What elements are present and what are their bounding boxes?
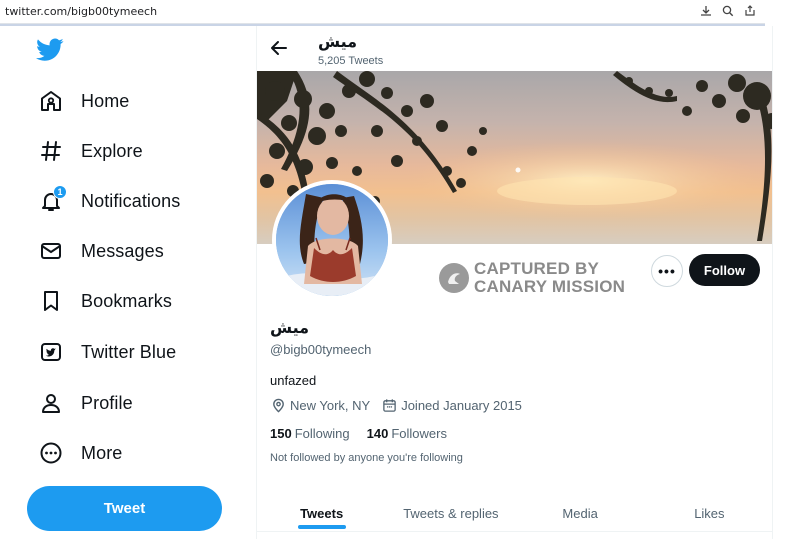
- followers-link[interactable]: 140 Followers: [367, 426, 447, 441]
- following-label: Following: [294, 426, 350, 441]
- nav-label-notifications: Notifications: [81, 190, 181, 211]
- followers-label: Followers: [391, 426, 447, 441]
- url-text[interactable]: twitter.com/bigb00tymeech: [5, 5, 157, 18]
- canary-logo-icon: [439, 263, 469, 293]
- nav-label-bookmarks: Bookmarks: [81, 290, 172, 311]
- nav-item-notifications[interactable]: 1 Notifications: [26, 179, 192, 223]
- nav-item-profile[interactable]: Profile: [26, 381, 145, 425]
- tab-tweets-and-replies[interactable]: Tweets & replies: [386, 493, 515, 533]
- tab-media[interactable]: Media: [516, 493, 645, 533]
- nav-label-profile: Profile: [81, 392, 133, 413]
- sidebar: Home Explore 1 Notifications Messages Bo…: [0, 26, 256, 539]
- bell-icon: 1: [38, 185, 67, 214]
- nav-item-twitter-blue[interactable]: Twitter Blue: [26, 330, 188, 374]
- location-pin-icon: [273, 398, 284, 413]
- joined-text: Joined January 2015: [401, 398, 522, 413]
- profile-tabs: Tweets Tweets & replies Media Likes: [257, 493, 772, 533]
- avatar-photo: [276, 184, 388, 296]
- profile-header: ميش 5,205 Tweets: [257, 26, 772, 71]
- profile-joined: Joined January 2015: [382, 398, 522, 413]
- follow-button[interactable]: Follow: [689, 254, 760, 286]
- profile-avatar[interactable]: [272, 180, 392, 300]
- download-icon[interactable]: [699, 4, 713, 18]
- twitter-blue-icon: [38, 339, 64, 365]
- nav-label-home: Home: [81, 90, 130, 111]
- watermark-text: CAPTURED BY CANARY MISSION: [474, 260, 625, 296]
- browser-address-bar[interactable]: twitter.com/bigb00tymeech: [0, 0, 765, 24]
- profile-meta: New York, NY Joined January 2015: [271, 398, 534, 413]
- location-text: New York, NY: [290, 398, 371, 413]
- person-icon: [38, 390, 64, 416]
- nav-label-messages: Messages: [81, 240, 164, 261]
- nav-item-messages[interactable]: Messages: [26, 229, 176, 273]
- watermark-line-1: CAPTURED BY: [474, 259, 599, 278]
- followed-by-note: Not followed by anyone you're following: [270, 452, 463, 464]
- hashtag-icon: [38, 138, 64, 164]
- profile-bio: unfazed: [270, 373, 317, 388]
- profile-handle: @bigb00tymeech: [270, 342, 372, 357]
- browser-tools: [699, 4, 757, 18]
- nav-item-bookmarks[interactable]: Bookmarks: [26, 279, 184, 323]
- nav-label-explore: Explore: [81, 140, 143, 161]
- profile-display-name: ميش: [270, 318, 310, 337]
- nav-item-more[interactable]: More: [26, 431, 134, 475]
- header-name: ميش: [318, 34, 358, 51]
- browser-chrome-edge: [765, 0, 800, 24]
- followers-count: 140: [366, 426, 389, 441]
- tab-likes[interactable]: Likes: [645, 493, 772, 533]
- back-arrow-icon[interactable]: [269, 38, 289, 58]
- zoom-icon[interactable]: [721, 4, 735, 18]
- more-options-button[interactable]: •••: [651, 255, 683, 287]
- following-count: 150: [270, 426, 292, 441]
- tabs-divider: [257, 531, 772, 532]
- tab-tweets[interactable]: Tweets: [257, 493, 386, 533]
- envelope-icon: [38, 238, 64, 264]
- profile-stats: 150 Following 140 Followers: [270, 426, 447, 441]
- right-gutter: [774, 26, 800, 539]
- nav-item-explore[interactable]: Explore: [26, 129, 155, 173]
- more-circle-icon: [38, 440, 64, 466]
- nav-label-twitter-blue: Twitter Blue: [81, 341, 177, 362]
- tweet-button[interactable]: Tweet: [27, 486, 222, 531]
- header-tweet-count: 5,205 Tweets: [318, 55, 384, 67]
- profile-location: New York, NY: [271, 398, 370, 413]
- twitter-bird-icon[interactable]: [36, 38, 66, 64]
- watermark-line-2: CANARY MISSION: [474, 277, 626, 296]
- bookmark-icon: [38, 288, 64, 314]
- calendar-icon: [383, 399, 396, 412]
- nav-label-more: More: [81, 442, 123, 463]
- nav-item-home[interactable]: Home: [26, 79, 141, 123]
- home-icon: [38, 88, 64, 114]
- notification-badge: 1: [53, 185, 67, 199]
- share-icon[interactable]: [743, 4, 757, 18]
- following-link[interactable]: 150 Following: [270, 426, 350, 441]
- canary-mission-watermark: CAPTURED BY CANARY MISSION: [439, 260, 625, 296]
- profile-column: ميش 5,205 Tweets CAPTURED BY CANARY MISS…: [256, 26, 773, 539]
